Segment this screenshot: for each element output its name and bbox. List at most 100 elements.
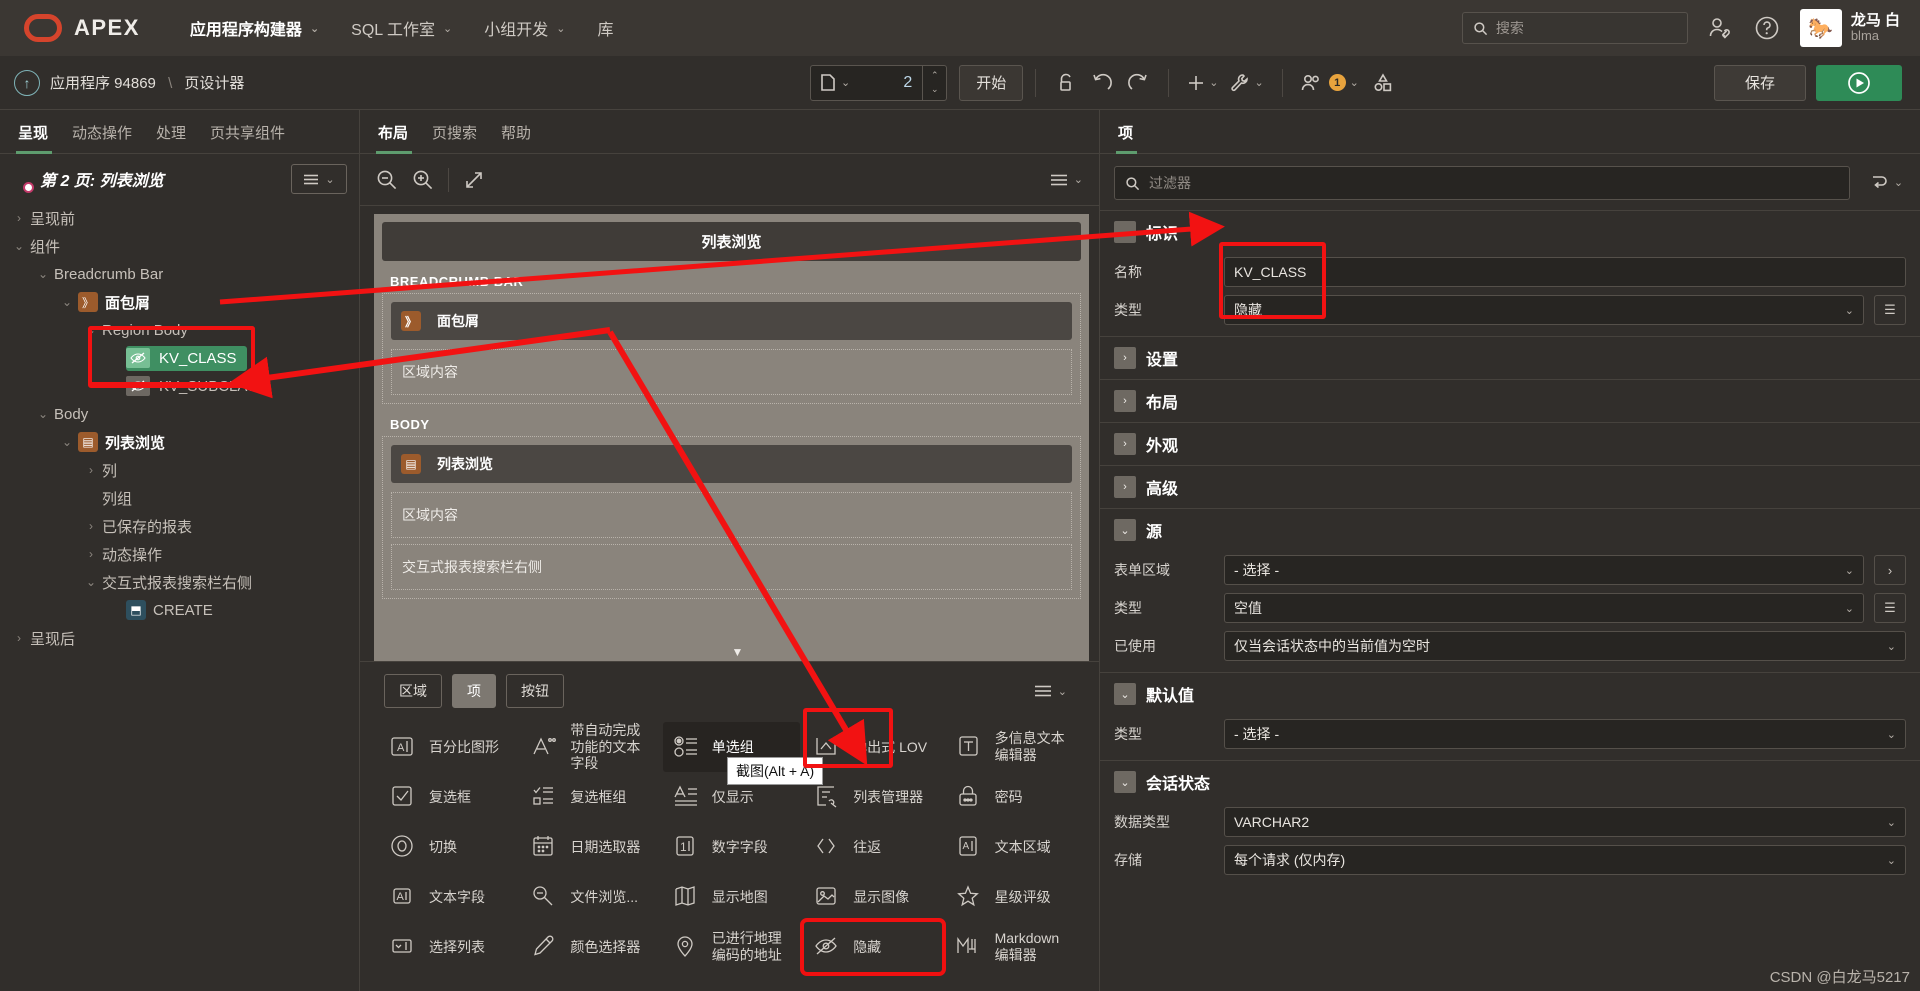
property-section-header[interactable]: › 设置: [1100, 337, 1920, 379]
page-selector[interactable]: ⌄ 2 ⌃ ⌄: [810, 64, 948, 101]
chevron-right-icon[interactable]: ›: [1114, 433, 1136, 455]
chevron-down-icon[interactable]: ⌄: [1887, 854, 1896, 867]
gallery-item[interactable]: 显示图像: [804, 872, 941, 922]
gallery-tab-items[interactable]: 项: [452, 674, 496, 708]
tree-toggle-icon[interactable]: ⌄: [80, 323, 102, 337]
tab-processing[interactable]: 处理: [144, 122, 198, 153]
gallery-item[interactable]: 复选框组: [521, 772, 658, 822]
property-value-field[interactable]: - 选择 - ⌄: [1224, 719, 1906, 749]
breadcrumb-app[interactable]: 应用程序 94869: [50, 75, 156, 92]
admin-user-icon[interactable]: [1708, 16, 1734, 40]
tab-help[interactable]: 帮助: [489, 122, 543, 153]
property-value-field[interactable]: 隐藏 ⌄: [1224, 295, 1864, 325]
user-profile[interactable]: 🐎 龙马 白 blma: [1799, 9, 1900, 47]
tree-node[interactable]: › 呈现前: [0, 204, 359, 232]
save-button[interactable]: 保存: [1713, 64, 1806, 101]
gallery-item[interactable]: 密码: [946, 772, 1083, 822]
property-section-header[interactable]: › 布局: [1100, 380, 1920, 422]
property-section-header[interactable]: › 高级: [1100, 466, 1920, 508]
chevron-down-icon[interactable]: ⌄: [1845, 602, 1854, 615]
gallery-item[interactable]: 弹出式 LOV: [804, 722, 941, 772]
tree-node[interactable]: 列组: [0, 484, 359, 512]
redo-icon[interactable]: [1120, 66, 1156, 100]
chevron-right-icon[interactable]: ›: [1114, 347, 1136, 369]
gallery-item[interactable]: 列表管理器: [804, 772, 941, 822]
gallery-item[interactable]: 复选框: [380, 772, 517, 822]
gallery-item[interactable]: 显示地图: [663, 872, 800, 922]
chevron-down-icon[interactable]: ⌄: [1114, 683, 1136, 705]
gallery-item[interactable]: 带自动完成功能的文本字段: [521, 722, 658, 772]
tree-toggle-icon[interactable]: ›: [80, 519, 102, 533]
scroll-down-indicator[interactable]: ▼: [732, 645, 744, 659]
undo-icon[interactable]: [1084, 66, 1120, 100]
tab-page-search[interactable]: 页搜索: [420, 122, 489, 153]
tree-toggle-icon[interactable]: ›: [8, 211, 30, 225]
tree-node[interactable]: ⌄ Breadcrumb Bar: [0, 260, 359, 288]
property-section-header[interactable]: ⌄ 默认值: [1100, 673, 1920, 715]
tree-toggle-icon[interactable]: ⌄: [32, 267, 54, 281]
chevron-down-icon[interactable]: ⌄: [1114, 771, 1136, 793]
tree-node[interactable]: ⌄ ▤ 列表浏览: [0, 428, 359, 456]
tree-node[interactable]: ⬒ CREATE: [0, 596, 359, 624]
help-icon[interactable]: [1754, 15, 1780, 41]
property-section-header[interactable]: ⌄ 源: [1100, 509, 1920, 551]
tree-toggle-icon[interactable]: ›: [80, 547, 102, 561]
expand-icon[interactable]: [463, 169, 485, 191]
tree-toggle-icon[interactable]: ⌄: [8, 239, 30, 253]
zoom-out-icon[interactable]: [376, 169, 398, 191]
tree-node[interactable]: › 列: [0, 456, 359, 484]
tree-toggle-icon[interactable]: ⌄: [80, 575, 102, 589]
utilities-button[interactable]: ⌄: [1224, 66, 1269, 100]
tab-page-shared-components[interactable]: 页共享组件: [198, 122, 297, 153]
tree-toggle-icon[interactable]: ›: [8, 631, 30, 645]
tab-dynamic-actions[interactable]: 动态操作: [60, 122, 144, 153]
property-section-header[interactable]: ⌄ 标识: [1100, 211, 1920, 253]
chevron-right-icon[interactable]: ›: [1114, 476, 1136, 498]
gallery-tab-buttons[interactable]: 按钮: [506, 674, 564, 708]
nav-sql-workshop[interactable]: SQL 工作室 ⌄: [335, 16, 468, 40]
gallery-tab-regions[interactable]: 区域: [384, 674, 442, 708]
gallery-item[interactable]: 颜色选择器: [521, 922, 658, 972]
tree-node[interactable]: ⌄ 》面包屑: [0, 288, 359, 316]
gallery-menu-button[interactable]: ⌄: [1034, 685, 1083, 698]
run-button[interactable]: [1816, 64, 1902, 101]
chevron-down-icon[interactable]: ⌄: [1887, 816, 1896, 829]
gallery-item[interactable]: 选择列表: [380, 922, 517, 972]
tree-node[interactable]: KV_CLASS: [0, 344, 359, 372]
zone-breadcrumb-bar[interactable]: BREADCRUMB BAR 》 面包屑 区域内容: [382, 268, 1081, 404]
property-value-field[interactable]: - 选择 - ⌄: [1224, 555, 1864, 585]
tab-item-properties[interactable]: 项: [1114, 122, 1145, 154]
gallery-item[interactable]: A 文本区域: [946, 822, 1083, 872]
nav-gallery[interactable]: 库: [581, 16, 629, 40]
tree-toggle-icon[interactable]: ⌄: [32, 407, 54, 421]
gallery-item[interactable]: 1 数字字段: [663, 822, 800, 872]
property-section-header[interactable]: ⌄ 会话状态: [1100, 761, 1920, 803]
tree-node[interactable]: ⌄ 组件: [0, 232, 359, 260]
property-lov-button[interactable]: ›: [1874, 555, 1906, 585]
gallery-item[interactable]: 文件浏览...: [521, 872, 658, 922]
lock-icon[interactable]: [1048, 66, 1084, 100]
tree-node[interactable]: › 动态操作: [0, 540, 359, 568]
tree-node[interactable]: ⌄ 交互式报表搜索栏右侧: [0, 568, 359, 596]
gallery-item[interactable]: A 文本字段: [380, 872, 517, 922]
gallery-item[interactable]: 切换: [380, 822, 517, 872]
gallery-item[interactable]: Markdown 编辑器: [946, 922, 1083, 972]
gallery-item[interactable]: 星级评级: [946, 872, 1083, 922]
tree-toggle-icon[interactable]: ›: [80, 463, 102, 477]
zone-body[interactable]: BODY ▤ 列表浏览 区域内容 交互式报表搜索栏右侧: [382, 411, 1081, 599]
chevron-down-icon[interactable]: ⌄: [1845, 564, 1854, 577]
tab-rendering[interactable]: 呈现: [14, 122, 60, 154]
property-lov-button[interactable]: ☰: [1874, 593, 1906, 623]
property-lov-button[interactable]: ☰: [1874, 295, 1906, 325]
chevron-down-icon[interactable]: ⌄: [1887, 728, 1896, 741]
zoom-in-icon[interactable]: [412, 169, 434, 191]
theme-shapes-icon[interactable]: [1365, 66, 1401, 100]
navigate-up-button[interactable]: ↑: [14, 69, 40, 96]
page-stepper[interactable]: ⌃ ⌄: [922, 65, 946, 100]
chevron-down-icon[interactable]: ⌄: [1114, 221, 1136, 243]
stepper-down-icon[interactable]: ⌄: [931, 84, 939, 95]
chevron-down-icon[interactable]: ⌄: [1887, 640, 1896, 653]
gallery-item[interactable]: 日期选取器: [521, 822, 658, 872]
start-button[interactable]: 开始: [959, 64, 1024, 101]
property-value-field[interactable]: 空值 ⌄: [1224, 593, 1864, 623]
